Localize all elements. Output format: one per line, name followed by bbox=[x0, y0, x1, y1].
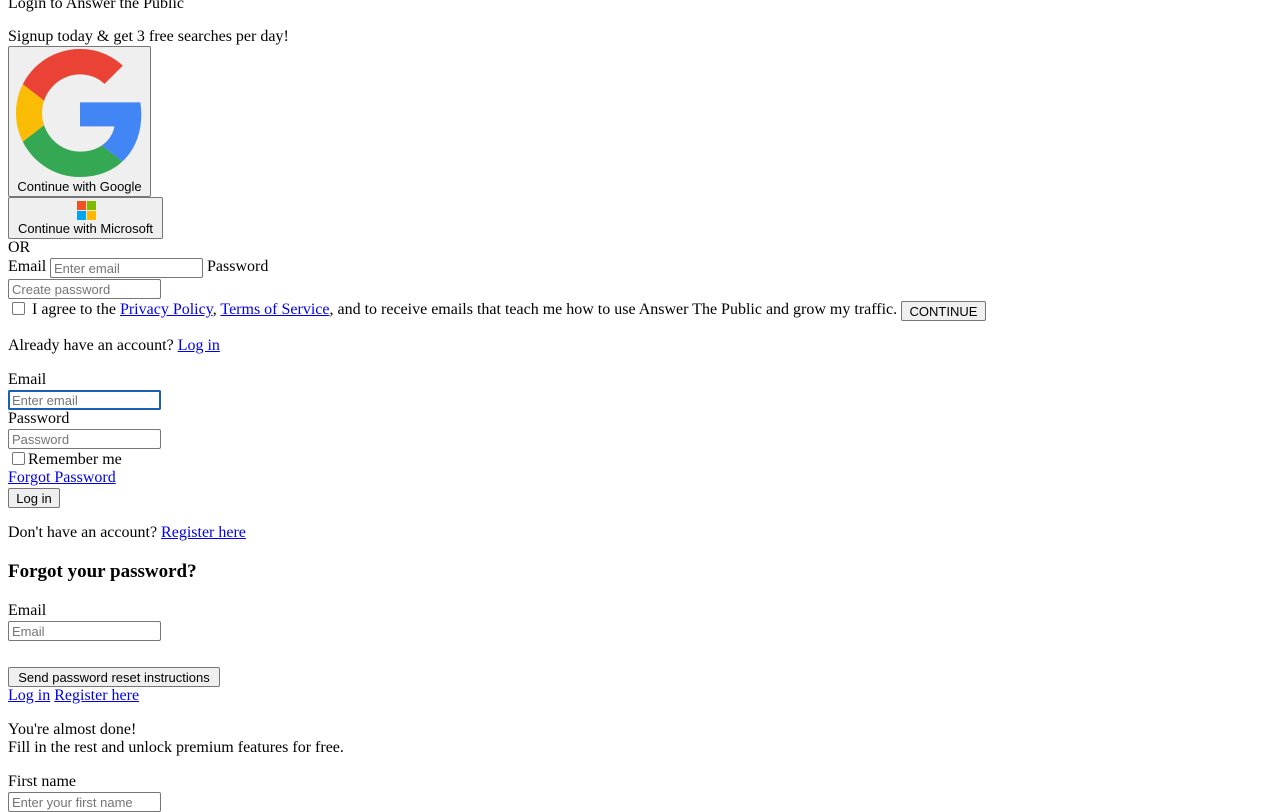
forgot-password-link[interactable]: Forgot Password bbox=[8, 469, 116, 487]
privacy-policy-link[interactable]: Privacy Policy bbox=[120, 301, 213, 318]
forgot-register-link[interactable]: Register here bbox=[54, 687, 139, 704]
first-name-label: First name bbox=[8, 773, 76, 790]
remember-me-checkbox[interactable] bbox=[12, 452, 25, 465]
signup-email-input[interactable] bbox=[50, 258, 203, 278]
agree-checkbox[interactable] bbox=[12, 302, 25, 315]
microsoft-signin-button[interactable]: Continue with Microsoft bbox=[8, 197, 163, 239]
signup-email-label: Email bbox=[8, 258, 47, 275]
first-name-input[interactable] bbox=[8, 792, 161, 812]
microsoft-logo-icon bbox=[77, 201, 96, 220]
login-email-label: Email bbox=[8, 371, 47, 388]
continue-button[interactable]: CONTINUE bbox=[901, 301, 986, 321]
no-account-text: Don't have an account? bbox=[8, 524, 158, 541]
forgot-heading: Forgot your password? bbox=[8, 561, 197, 582]
forgot-login-link[interactable]: Log in bbox=[8, 687, 50, 704]
send-reset-button[interactable]: Send password reset instructions bbox=[8, 667, 220, 687]
login-button[interactable]: Log in bbox=[8, 488, 60, 508]
google-logo-icon bbox=[16, 49, 142, 177]
agree-comma: , bbox=[212, 301, 217, 318]
forgot-links: Log in Register here bbox=[8, 687, 139, 705]
or-divider: OR bbox=[8, 239, 31, 256]
google-button-label: Continue with Google bbox=[17, 179, 142, 194]
already-account-line: Already have an account? Log in bbox=[8, 337, 220, 355]
remember-me-label: Remember me bbox=[28, 451, 122, 468]
page-title: Login to Answer the Public bbox=[8, 0, 184, 12]
google-signin-button[interactable]: Continue with Google bbox=[8, 46, 151, 197]
no-account-line: Don't have an account? Register here bbox=[8, 524, 246, 542]
signup-login-link[interactable]: Log in bbox=[178, 337, 220, 354]
terms-of-service-link[interactable]: Terms of Service bbox=[220, 301, 329, 318]
login-register-link[interactable]: Register here bbox=[161, 524, 246, 541]
agree-prefix: I agree to the bbox=[32, 301, 116, 318]
signup-subtitle: Signup today & get 3 free searches per d… bbox=[8, 28, 289, 45]
signup-password-label: Password bbox=[207, 258, 269, 275]
login-email-input[interactable] bbox=[8, 390, 161, 410]
forgot-email-input[interactable] bbox=[8, 621, 161, 641]
microsoft-button-label: Continue with Microsoft bbox=[17, 221, 154, 236]
agree-suffix: , and to receive emails that teach me ho… bbox=[329, 301, 898, 318]
forgot-email-label: Email bbox=[8, 602, 47, 619]
unlock-features-text: Fill in the rest and unlock premium feat… bbox=[8, 739, 344, 756]
already-account-text: Already have an account? bbox=[8, 337, 174, 354]
signup-password-input[interactable] bbox=[8, 279, 161, 299]
agree-text: I agree to the Privacy Policy, Terms of … bbox=[32, 301, 897, 319]
login-password-label: Password bbox=[8, 410, 70, 427]
almost-done-text: You're almost done! bbox=[8, 721, 137, 738]
login-password-input[interactable] bbox=[8, 429, 161, 449]
